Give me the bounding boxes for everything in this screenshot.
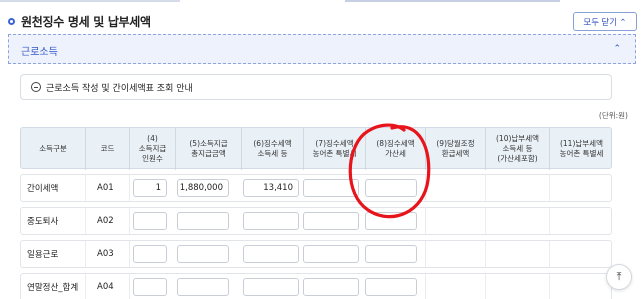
section-header-earned-income[interactable]: 근로소득 ⌃ [8, 34, 636, 64]
table-row: 간이세액 A01 1 1,880,000 13,410 [20, 174, 612, 202]
row-code: A02 [97, 216, 114, 226]
page-title: 원천징수 명세 및 납부세액 [21, 14, 151, 29]
table-row: 일용근로 A03 [20, 240, 612, 268]
count-input[interactable] [133, 278, 167, 296]
penalty-input[interactable] [365, 245, 417, 263]
scroll-to-top-button[interactable]: ⤒ [606, 264, 632, 290]
column-header: 코드 [85, 128, 129, 170]
penalty-input[interactable] [365, 179, 417, 197]
column-header: (4) 소득지급 인원수 [129, 128, 175, 170]
table-row: 중도퇴사 A02 [20, 207, 612, 235]
row-label: 중도퇴사 [27, 217, 59, 227]
row-code: A03 [97, 249, 114, 259]
row-code: A01 [97, 183, 114, 193]
column-header: (11)납부세액 농어촌 특별세 [549, 128, 613, 170]
section-label: 근로소득 [21, 47, 58, 58]
withholding-table: 소득구분 코드 (4) 소득지급 인원수 (5)소득지급 총지급금액 (6)징수… [20, 127, 612, 299]
rural-tax-input[interactable] [303, 245, 359, 263]
income-tax-input[interactable]: 13,410 [243, 179, 299, 197]
row-label: 일용근로 [27, 250, 59, 260]
guide-toggle[interactable]: 근로소득 작성 및 간이세액표 조회 안내 [20, 74, 612, 100]
column-header: (9)당월조정 환급세액 [425, 128, 485, 170]
top-strip [0, 0, 644, 4]
rural-tax-input[interactable] [303, 212, 359, 230]
row-label: 연말정산_합계 [27, 283, 79, 293]
total-paid-input[interactable] [177, 212, 229, 230]
column-header: (10)납부세액 소득세 등 (가산세포함) [485, 128, 549, 170]
collapse-all-button[interactable]: 모두 닫기 ⌃ [573, 12, 637, 31]
income-tax-input[interactable] [243, 245, 299, 263]
page: 원천징수 명세 및 납부세액 모두 닫기 ⌃ 근로소득 ⌃ 근로소득 작성 및 … [0, 0, 644, 299]
column-header: 소득구분 [39, 144, 67, 153]
unit-label: (단위:원) [598, 111, 628, 120]
income-tax-input[interactable] [243, 278, 299, 296]
arrow-up-to-bar-icon: ⤒ [616, 270, 622, 283]
column-header: (8)징수세액 가산세 [365, 128, 425, 170]
guide-text: 근로소득 작성 및 간이세액표 조회 안내 [46, 84, 193, 94]
count-input[interactable] [133, 245, 167, 263]
penalty-input[interactable] [365, 212, 417, 230]
income-tax-input[interactable] [243, 212, 299, 230]
table-header: 소득구분 코드 (4) 소득지급 인원수 (5)소득지급 총지급금액 (6)징수… [20, 127, 613, 170]
column-header: (5)소득지급 총지급금액 [175, 128, 241, 170]
title-bullet-icon [8, 17, 15, 25]
page-title-row: 원천징수 명세 및 납부세액 [8, 11, 151, 31]
table-row: 연말정산_합계 A04 [20, 273, 612, 299]
rural-tax-input[interactable] [303, 278, 359, 296]
column-header: (7)징수세액 농어촌 특별세 [303, 128, 365, 170]
count-input[interactable]: 1 [133, 179, 167, 197]
row-label: 간이세액 [27, 184, 59, 194]
minus-circle-icon[interactable] [31, 82, 41, 92]
total-paid-input[interactable] [177, 278, 229, 296]
rural-tax-input[interactable] [303, 179, 359, 197]
chevron-up-icon[interactable]: ⌃ [613, 44, 621, 54]
count-input[interactable] [133, 212, 167, 230]
total-paid-input[interactable]: 1,880,000 [177, 179, 229, 197]
row-code: A04 [97, 282, 114, 292]
penalty-input[interactable] [365, 278, 417, 296]
total-paid-input[interactable] [177, 245, 229, 263]
column-header: (6)징수세액 소득세 등 [241, 128, 303, 170]
